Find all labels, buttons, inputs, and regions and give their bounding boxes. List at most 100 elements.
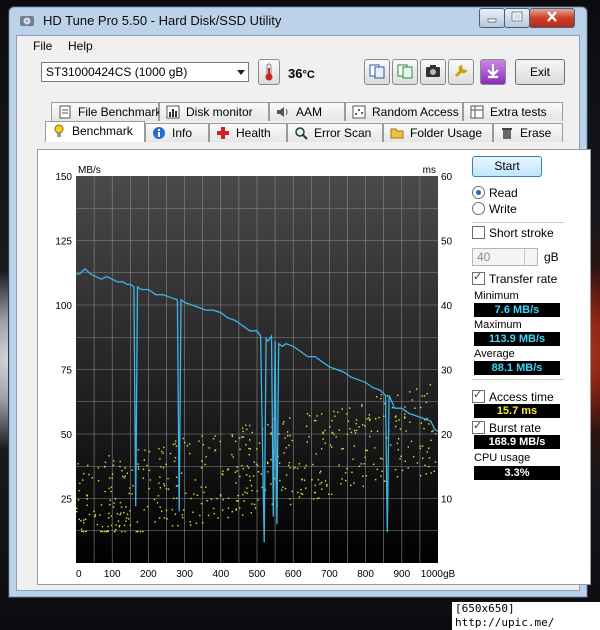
down-arrow-icon — [487, 64, 499, 79]
checkbox-checked-icon — [472, 388, 485, 403]
access-time-point — [219, 494, 222, 496]
tab-info[interactable]: Info — [145, 123, 209, 142]
options-button[interactable] — [448, 59, 474, 85]
tab-disk-monitor[interactable]: Disk monitor — [159, 102, 269, 121]
minimize-button[interactable] — [479, 8, 505, 28]
temperature-button[interactable] — [258, 59, 280, 85]
access-time-point — [297, 491, 299, 494]
thermometer-icon — [265, 63, 273, 81]
drive-select[interactable]: ST31000424CS (1000 gB) — [41, 62, 249, 82]
tab-benchmark[interactable]: Benchmark — [45, 121, 145, 142]
tab-aam[interactable]: AAM — [269, 102, 345, 121]
speaker-icon — [277, 107, 288, 117]
access-time-point — [128, 492, 130, 495]
access-time-point — [258, 442, 261, 444]
spinner-arrows-icon[interactable] — [524, 249, 537, 265]
start-button[interactable]: Start — [472, 156, 542, 177]
tab-label: Extra tests — [490, 105, 547, 119]
cpu-usage-value: 3.3% — [474, 466, 560, 480]
access-time-point — [301, 493, 304, 495]
access-time-point — [419, 447, 421, 450]
lightbulb-icon — [54, 124, 64, 137]
transfer-rate-checkbox[interactable]: Transfer rate — [472, 270, 557, 286]
access-time-point — [242, 430, 244, 433]
access-time-point — [97, 467, 100, 469]
access-time-point — [298, 496, 301, 498]
access-time-point — [114, 498, 117, 500]
access-time-point — [249, 439, 251, 441]
access-time-point — [119, 501, 122, 504]
access-time-point — [199, 514, 201, 517]
access-time-point — [358, 465, 361, 467]
access-time-point — [180, 472, 183, 474]
divider — [472, 222, 564, 223]
access-time-point — [122, 475, 124, 478]
tab-error-scan[interactable]: Error Scan — [287, 123, 383, 142]
x-tick-label: 100 — [104, 569, 121, 580]
menu-file[interactable]: File — [33, 39, 52, 53]
access-time-point — [394, 416, 396, 418]
tab-extra-tests[interactable]: Extra tests — [463, 102, 563, 121]
access-time-point — [163, 446, 165, 449]
access-time-point — [428, 423, 430, 425]
access-time-point — [160, 466, 162, 468]
access-time-point — [123, 477, 126, 479]
access-time-point — [160, 510, 163, 512]
access-time-point — [78, 518, 80, 521]
access-time-point — [97, 479, 100, 482]
access-time-point — [124, 475, 126, 477]
read-radio[interactable]: Read — [472, 186, 518, 200]
exit-button[interactable]: Exit — [515, 59, 565, 85]
access-time-point — [121, 470, 123, 472]
tab-health[interactable]: Health — [209, 123, 287, 142]
access-time-point — [136, 530, 138, 533]
access-time-point — [126, 472, 128, 474]
access-time-point — [108, 517, 110, 519]
access-time-point — [86, 494, 88, 496]
access-time-point — [200, 467, 203, 469]
write-radio[interactable]: Write — [472, 202, 517, 216]
menu-help[interactable]: Help — [68, 39, 93, 53]
access-time-point — [314, 484, 316, 487]
tab-folder-usage[interactable]: Folder Usage — [383, 123, 493, 142]
access-time-point — [251, 431, 253, 434]
x-tick-label: 500 — [249, 569, 266, 580]
tab-random-access[interactable]: Random Access — [345, 102, 463, 121]
access-time-point — [321, 413, 323, 415]
access-time-point — [380, 397, 382, 400]
short-stroke-spinner[interactable]: 40 — [472, 248, 538, 266]
access-time-point — [314, 491, 316, 494]
access-time-point — [350, 431, 353, 433]
maximize-button[interactable] — [504, 8, 530, 28]
access-time-point — [78, 489, 80, 492]
tab-file-benchmark[interactable]: File Benchmark — [51, 102, 161, 121]
access-time-point — [434, 433, 437, 435]
access-time-point — [281, 489, 283, 491]
access-time-point — [231, 434, 233, 436]
access-time-point — [171, 509, 173, 511]
short-stroke-checkbox[interactable]: Short stroke — [472, 226, 554, 240]
access-time-point — [76, 507, 78, 510]
burst-rate-label: Burst rate — [489, 421, 542, 435]
access-time-point — [82, 479, 84, 481]
access-time-point — [227, 516, 229, 519]
access-time-checkbox[interactable]: Access time — [472, 388, 554, 404]
save-button[interactable] — [480, 59, 506, 85]
access-time-point — [173, 460, 176, 463]
access-time-point — [105, 530, 107, 533]
access-time-point — [253, 461, 255, 463]
copy-all-button[interactable] — [392, 59, 418, 85]
close-button[interactable] — [529, 8, 575, 28]
access-time-point — [136, 521, 139, 523]
title-bar[interactable]: HD Tune Pro 5.50 - Hard Disk/SSD Utility — [9, 7, 587, 35]
tab-erase[interactable]: Erase — [493, 123, 563, 142]
copy-info-button[interactable] — [364, 59, 390, 85]
burst-rate-checkbox[interactable]: Burst rate — [472, 419, 542, 435]
screenshot-button[interactable] — [420, 59, 446, 85]
access-time-point — [317, 479, 320, 481]
access-time-point — [227, 497, 230, 499]
access-time-point — [222, 498, 224, 501]
access-time-point — [363, 463, 365, 465]
access-time-point — [374, 447, 376, 449]
access-time-point — [334, 415, 336, 417]
